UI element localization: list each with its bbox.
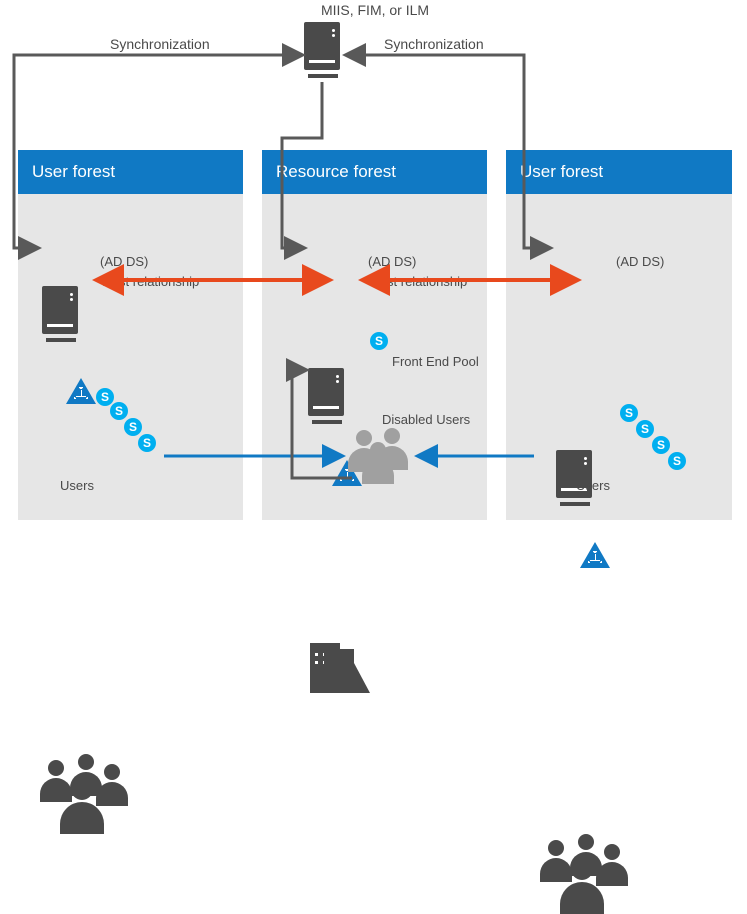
adds-server-center-icon xyxy=(308,368,346,424)
skype-badge-l2-icon: S xyxy=(110,402,128,420)
skype-badge-l4-icon: S xyxy=(138,434,156,452)
users-label-left: Users xyxy=(60,478,94,493)
users-label-right: Users xyxy=(576,478,610,493)
users-left-icon xyxy=(40,754,160,834)
skype-badge-l3-icon: S xyxy=(124,418,142,436)
skype-badge-r1-icon: S xyxy=(620,404,638,422)
sync-label-right: Synchronization xyxy=(384,36,484,52)
disabled-users-label: Disabled Users xyxy=(382,412,470,427)
skype-badge-r2-icon: S xyxy=(636,420,654,438)
skype-badge-fe-icon: S xyxy=(370,332,388,350)
disabled-users-icon xyxy=(348,428,418,484)
panel-header-right: User forest xyxy=(506,150,732,194)
adds-label-left: (AD DS) xyxy=(100,254,148,269)
skype-badge-r4-icon: S xyxy=(668,452,686,470)
sync-server-title: MIIS, FIM, or ILM xyxy=(295,2,455,18)
adds-label-right: (AD DS) xyxy=(616,254,664,269)
adds-triangle-left-icon xyxy=(66,378,96,404)
trust-label-left: Trust relationship xyxy=(100,274,199,289)
users-right-icon xyxy=(540,834,660,914)
adds-label-center: (AD DS) xyxy=(368,254,416,269)
adds-triangle-right-icon xyxy=(580,542,610,568)
sync-server-icon xyxy=(304,22,342,78)
front-end-pool-label: Front End Pool xyxy=(392,354,479,369)
panel-header-left: User forest xyxy=(18,150,243,194)
skype-badge-l1-icon: S xyxy=(96,388,114,406)
trust-label-right: Trust relationship xyxy=(368,274,467,289)
panel-header-center: Resource forest xyxy=(262,150,487,194)
front-end-pool-icon xyxy=(310,639,374,697)
skype-badge-r3-icon: S xyxy=(652,436,670,454)
sync-label-left: Synchronization xyxy=(110,36,210,52)
panel-user-forest-right: User forest xyxy=(506,150,732,520)
adds-server-left-icon xyxy=(42,286,80,342)
